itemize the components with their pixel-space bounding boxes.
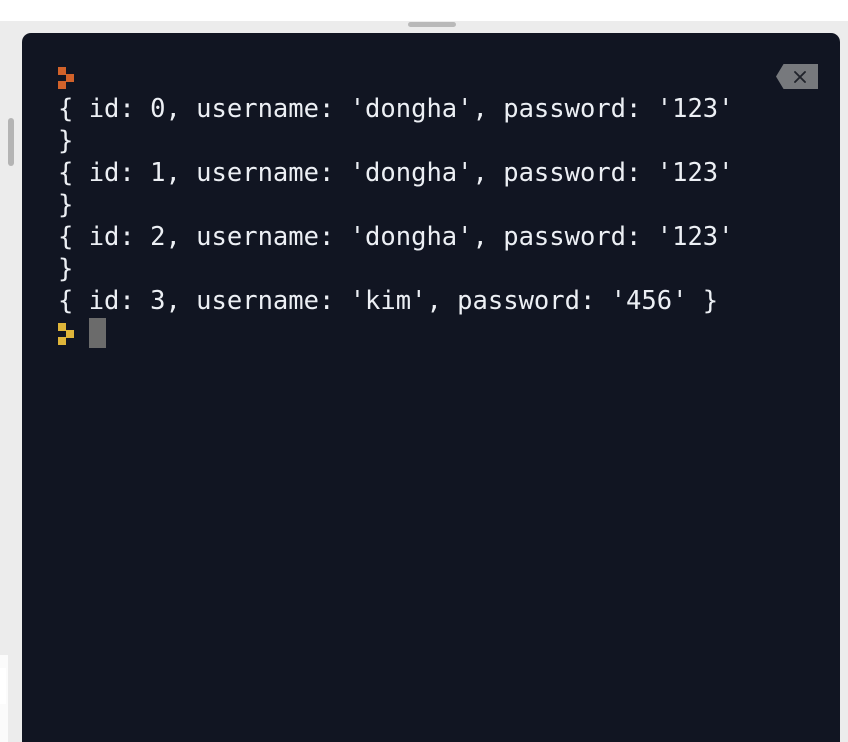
- terminal-line: { id: 1, username: 'dongha', password: '…: [58, 157, 828, 189]
- terminal-line: }: [58, 253, 828, 285]
- terminal-line-prompt-previous: [58, 61, 828, 93]
- application-root: { id: 0, username: 'dongha', password: '…: [0, 0, 848, 742]
- terminal-output[interactable]: { id: 0, username: 'dongha', password: '…: [22, 33, 840, 742]
- scrollbar-thumb[interactable]: [8, 118, 14, 166]
- terminal-line: }: [58, 189, 828, 221]
- terminal-line-text: { id: 3, username: 'kim', password: '456…: [58, 286, 719, 316]
- terminal-line: { id: 2, username: 'dongha', password: '…: [58, 221, 828, 253]
- editor-vertical-scrollbar[interactable]: [0, 21, 22, 742]
- terminal-line-text: { id: 1, username: 'dongha', password: '…: [58, 158, 734, 188]
- terminal-cursor: [89, 318, 106, 348]
- editor-gutter-top: [0, 0, 22, 21]
- terminal-panel[interactable]: { id: 0, username: 'dongha', password: '…: [22, 33, 840, 742]
- editor-content-area: [22, 0, 848, 21]
- terminal-line-text: }: [58, 190, 74, 220]
- terminal-line-text: { id: 2, username: 'dongha', password: '…: [58, 222, 734, 252]
- terminal-line-text: }: [58, 254, 74, 284]
- terminal-line-prompt-active[interactable]: [58, 317, 828, 349]
- panel-resize-handle[interactable]: [408, 22, 456, 27]
- terminal-line: { id: 3, username: 'kim', password: '456…: [58, 285, 828, 317]
- pixel-chevron-icon: [58, 321, 76, 345]
- pixel-chevron-icon: [58, 65, 76, 89]
